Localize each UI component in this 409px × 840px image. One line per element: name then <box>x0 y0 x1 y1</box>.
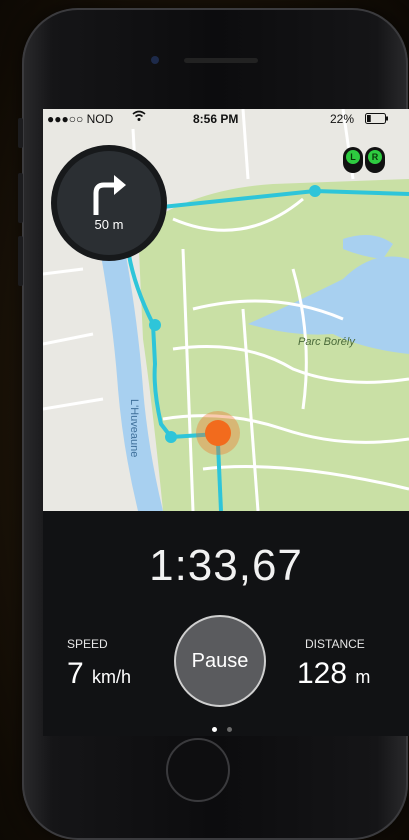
turn-distance: 50 m <box>94 217 124 232</box>
distance-readout: 128 m <box>297 657 370 691</box>
workout-panel: 1:33,67 SPEED 7 km/h Pause DISTANCE 128 … <box>43 511 409 736</box>
sensor-left-label: L <box>346 150 360 164</box>
speed-label: SPEED <box>67 637 108 651</box>
clock: 8:56 PM <box>193 112 239 126</box>
current-position-dot <box>205 420 231 446</box>
carrier-label: ●●●○○ NOD <box>47 112 114 126</box>
mute-switch <box>18 118 23 148</box>
status-bar: ●●●○○ NOD 8:56 PM 22% <box>43 109 409 129</box>
park-label: Parc Borély <box>298 336 356 348</box>
home-button[interactable] <box>166 738 230 802</box>
speed-readout: 7 km/h <box>67 657 131 691</box>
front-camera <box>151 56 159 64</box>
distance-unit: m <box>355 667 371 687</box>
turn-instruction[interactable]: 50 m <box>57 151 161 255</box>
sensor-right-indicator: R <box>365 147 385 173</box>
wifi-icon <box>132 110 146 125</box>
sensor-right-label: R <box>368 150 382 164</box>
page-indicator[interactable] <box>209 719 235 736</box>
battery-icon <box>365 113 389 127</box>
earpiece-speaker <box>184 58 258 63</box>
volume-up-button <box>18 173 23 223</box>
page-dot-1[interactable] <box>212 727 217 732</box>
app-screen: Parc Borély L'Huveaune ●●●○○ NOD 8:56 PM… <box>43 109 409 736</box>
turn-right-icon <box>93 175 126 215</box>
distance-label: DISTANCE <box>305 637 365 651</box>
pause-button[interactable]: Pause <box>174 615 266 707</box>
speed-unit: km/h <box>92 667 132 687</box>
page-dot-2[interactable] <box>227 727 233 732</box>
volume-down-button <box>18 236 23 286</box>
distance-value: 128 <box>297 657 348 690</box>
speed-value: 7 <box>67 657 84 690</box>
battery-percent: 22% <box>330 112 355 126</box>
elapsed-timer: 1:33,67 <box>149 541 303 590</box>
sensor-left-indicator: L <box>343 147 363 173</box>
river-label: L'Huveaune <box>128 399 140 457</box>
